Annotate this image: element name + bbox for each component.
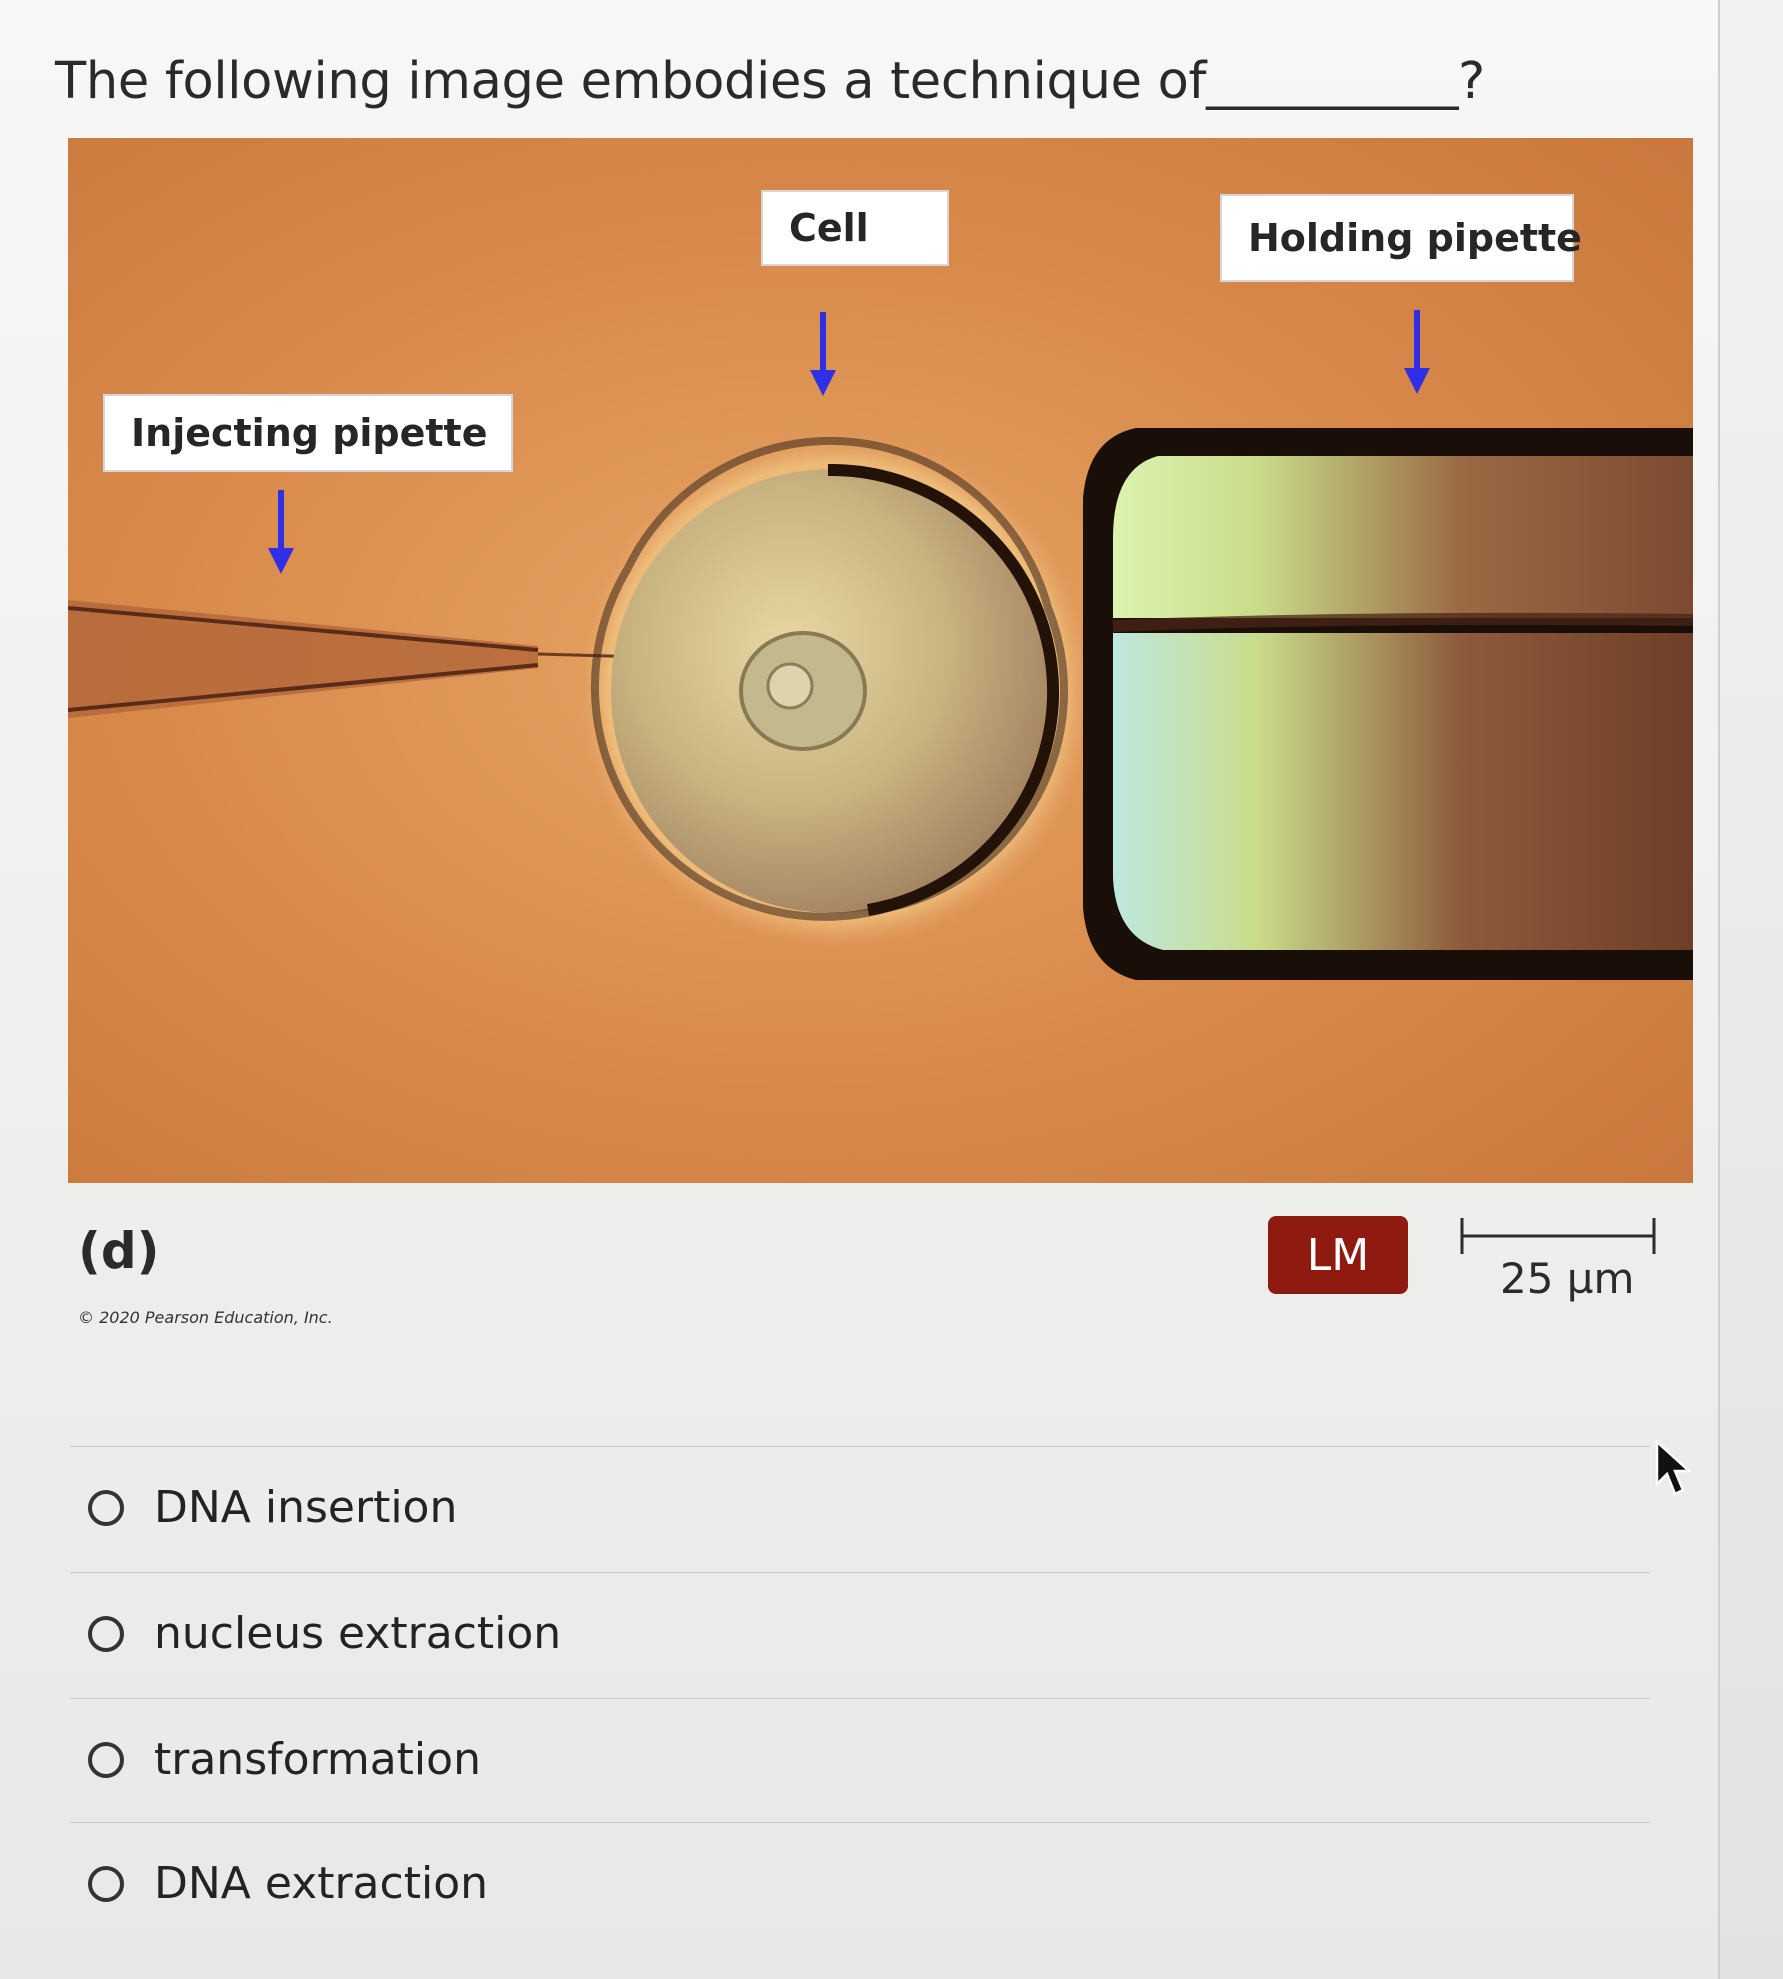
panel-letter: (d)	[78, 1222, 160, 1280]
micrograph-figure: Injecting pipette Cell Holding pipette	[68, 138, 1693, 1183]
radio-button[interactable]	[88, 1741, 124, 1778]
question-text: The following image embodies a technique…	[55, 52, 1485, 111]
holding-pipette-label: Holding pipette	[1220, 194, 1582, 282]
radio-button[interactable]	[88, 1865, 124, 1902]
option-dna-insertion[interactable]: DNA insertion	[88, 1482, 457, 1533]
holding-pipette-arrow-icon	[1404, 310, 1430, 394]
mouse-cursor-icon	[1655, 1440, 1693, 1496]
scale-bar-label: 25 µm	[1500, 1254, 1635, 1303]
radio-button[interactable]	[88, 1489, 124, 1526]
holding-pipette-lower-lumen	[1113, 633, 1693, 950]
microscopy-badge: LM	[1268, 1216, 1408, 1294]
radio-button[interactable]	[88, 1615, 124, 1652]
option-nucleus-extraction[interactable]: nucleus extraction	[88, 1608, 561, 1659]
quiz-page: The following image embodies a technique…	[0, 0, 1720, 1979]
option-label: DNA extraction	[154, 1858, 488, 1909]
divider	[70, 1572, 1650, 1573]
nucleolus	[766, 662, 814, 710]
cell-arrow-icon	[810, 312, 836, 396]
micrograph-image	[68, 138, 1693, 1183]
scale-bar-icon	[1460, 1218, 1656, 1254]
divider	[70, 1698, 1650, 1699]
holding-pipette-upper-lumen	[1113, 456, 1693, 618]
divider	[70, 1822, 1650, 1823]
option-label: nucleus extraction	[154, 1608, 562, 1659]
option-transformation[interactable]: transformation	[88, 1734, 481, 1785]
copyright-text: © 2020 Pearson Education, Inc.	[78, 1308, 333, 1327]
divider	[70, 1446, 1650, 1447]
injecting-pipette-label: Injecting pipette	[103, 394, 513, 472]
injecting-pipette-arrow-icon	[268, 490, 294, 574]
option-dna-extraction[interactable]: DNA extraction	[88, 1858, 488, 1909]
option-label: DNA insertion	[154, 1482, 458, 1533]
cell-label: Cell	[761, 190, 949, 266]
option-label: transformation	[154, 1734, 481, 1785]
